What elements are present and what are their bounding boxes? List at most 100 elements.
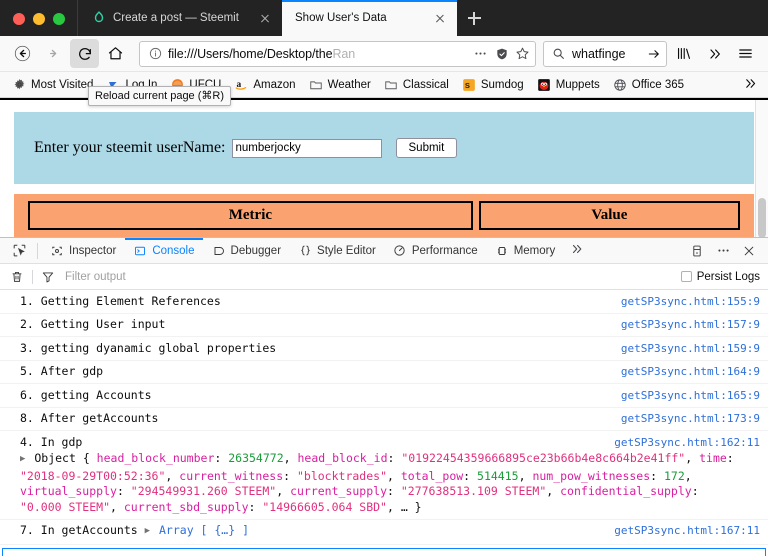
tab-console[interactable]: Console — [125, 238, 202, 264]
console-log-source[interactable]: getSP3sync.html:159:9 — [611, 341, 760, 357]
username-label: Enter your steemit userName: — [34, 139, 226, 157]
back-button[interactable] — [8, 39, 37, 68]
console-log-source[interactable]: getSP3sync.html:164:9 — [611, 364, 760, 380]
console-log-row[interactable]: 2. Getting User input getSP3sync.html:15… — [0, 314, 768, 338]
filter-divider — [32, 270, 33, 284]
console-log-source[interactable]: getSP3sync.html:155:9 — [611, 294, 760, 310]
tab-label: Debugger — [231, 245, 282, 257]
tab-label: Memory — [514, 245, 556, 257]
search-input[interactable]: whatfinge — [572, 47, 640, 61]
bookmark-weather[interactable]: Weather — [303, 75, 376, 95]
search-go-arrow-icon[interactable] — [645, 45, 662, 62]
console-log-message: 5. After gdp — [20, 364, 611, 380]
funnel-icon[interactable] — [39, 268, 57, 286]
tab-performance[interactable]: Performance — [385, 238, 486, 264]
console-log-row[interactable]: 6. getting Accounts getSP3sync.html:165:… — [0, 384, 768, 408]
console-log-source[interactable]: getSP3sync.html:167:11 — [604, 523, 760, 539]
gear-icon — [11, 77, 27, 93]
bookmark-sumdog[interactable]: S Sumdog — [456, 75, 529, 95]
nav-overflow-button[interactable] — [700, 39, 729, 68]
tab-debugger[interactable]: Debugger — [204, 238, 290, 264]
console-log-row-object[interactable]: 4. In gdp getSP3sync.html:162:11 — [0, 431, 768, 450]
home-button[interactable] — [101, 39, 130, 68]
tab-memory[interactable]: Memory — [487, 238, 564, 264]
page-scrollbar-thumb[interactable] — [758, 198, 766, 237]
memory-icon — [495, 244, 509, 258]
trash-icon[interactable] — [8, 268, 26, 286]
metrics-table-header-row: Metric Value — [28, 201, 740, 230]
page-scrollbar[interactable] — [755, 100, 768, 237]
browser-tab-1-close-icon[interactable] — [432, 10, 448, 26]
devtools-close-icon[interactable] — [737, 239, 761, 263]
menu-hamburger-button[interactable] — [731, 39, 760, 68]
object-expand-arrow-icon[interactable]: ▶ — [20, 452, 25, 468]
minimize-window-button[interactable] — [33, 13, 45, 25]
devtools-meatball-menu-icon[interactable] — [711, 239, 735, 263]
tab-style-editor[interactable]: Style Editor — [290, 238, 384, 264]
persist-logs-toggle[interactable]: Persist Logs — [681, 271, 760, 283]
console-log-source[interactable]: getSP3sync.html:162:11 — [604, 435, 760, 451]
console-log-source[interactable]: getSP3sync.html:165:9 — [611, 388, 760, 404]
filter-output-input[interactable]: Filter output — [63, 271, 675, 283]
persist-logs-checkbox[interactable] — [681, 271, 692, 282]
reload-tooltip: Reload current page (⌘R) — [88, 86, 231, 106]
console-log-row-array[interactable]: 7. In getAccounts ▶ Array [ {…} ] getSP3… — [0, 520, 768, 546]
info-circle-icon[interactable] — [147, 45, 164, 62]
developer-tools-panel: Inspector Console Debugger Style Editor — [0, 237, 768, 556]
username-input[interactable] — [232, 139, 382, 158]
console-output[interactable]: 1. Getting Element References getSP3sync… — [0, 290, 768, 545]
bookmark-classical[interactable]: Classical — [378, 75, 454, 95]
console-log-source[interactable]: getSP3sync.html:173:9 — [611, 411, 760, 427]
element-picker-icon[interactable] — [5, 238, 33, 264]
console-log-object-detail[interactable]: ▶ Object { head_block_number: 26354772, … — [0, 450, 768, 520]
console-log-row[interactable]: 3. getting dyanamic global properties ge… — [0, 337, 768, 361]
console-log-row[interactable]: 8. After getAccounts getSP3sync.html:173… — [0, 408, 768, 432]
browser-tab-1[interactable]: Show User's Data — [282, 0, 457, 36]
bookmark-star-icon[interactable] — [514, 45, 531, 62]
console-array-value[interactable]: Array [ {…} ] — [159, 523, 249, 537]
console-log-source[interactable]: getSP3sync.html:157:9 — [611, 317, 760, 333]
responsive-design-mode-icon[interactable] — [685, 239, 709, 263]
bookmark-label: Weather — [328, 79, 371, 91]
globe-icon — [612, 77, 628, 93]
bookmark-muppets[interactable]: Muppets — [531, 75, 605, 95]
library-button[interactable] — [669, 39, 698, 68]
devtools-tabs-overflow-icon[interactable] — [564, 242, 590, 259]
search-bar[interactable]: whatfinge — [543, 41, 667, 67]
steemit-logo-icon — [91, 11, 106, 26]
bookmark-label: Office 365 — [632, 79, 684, 91]
username-form: Enter your steemit userName: Submit — [14, 112, 754, 184]
page-actions-ellipsis-icon[interactable] — [472, 45, 489, 62]
bookmark-label: Sumdog — [481, 79, 524, 91]
console-log-message: 7. In getAccounts ▶ Array [ {…} ] — [20, 523, 604, 541]
tab-inspector[interactable]: Inspector — [42, 238, 124, 264]
bookmark-label: Muppets — [556, 79, 600, 91]
array-expand-arrow-icon[interactable]: ▶ — [145, 524, 150, 540]
new-tab-button[interactable] — [457, 0, 491, 36]
bookmark-label: Classical — [403, 79, 449, 91]
reader-shield-icon[interactable] — [493, 45, 510, 62]
bookmarks-overflow-button[interactable] — [743, 76, 762, 94]
performance-icon — [393, 244, 407, 258]
address-bar[interactable]: file:///Users/home/Desktop/theRan — [139, 41, 536, 67]
submit-button[interactable]: Submit — [396, 138, 458, 158]
maximize-window-button[interactable] — [53, 13, 65, 25]
forward-button[interactable] — [39, 39, 68, 68]
close-window-button[interactable] — [13, 13, 25, 25]
console-log-row[interactable]: 5. After gdp getSP3sync.html:164:9 — [0, 361, 768, 385]
console-log-row[interactable]: 1. Getting Element References getSP3sync… — [0, 290, 768, 314]
tab-label: Console — [152, 245, 194, 257]
bookmark-office-365[interactable]: Office 365 — [607, 75, 689, 95]
console-command-input[interactable]: » — [2, 548, 766, 556]
bookmark-amazon[interactable]: a Amazon — [228, 75, 300, 95]
bookmark-most-visited[interactable]: Most Visited — [6, 75, 98, 95]
sumdog-icon: S — [461, 77, 477, 93]
browser-tab-0[interactable]: Create a post — Steemit — [77, 0, 282, 36]
metrics-table-container: Metric Value — [14, 194, 754, 237]
devtools-toolbar: Inspector Console Debugger Style Editor — [0, 237, 768, 264]
browser-tab-0-close-icon[interactable] — [257, 10, 273, 26]
console-object-inspector[interactable]: ▶ Object { head_block_number: 26354772, … — [20, 451, 743, 515]
address-bar-url: file:///Users/home/Desktop/theRan — [168, 47, 468, 61]
reload-button[interactable] — [70, 39, 99, 68]
web-page-viewport: Enter your steemit userName: Submit Metr… — [0, 98, 768, 237]
